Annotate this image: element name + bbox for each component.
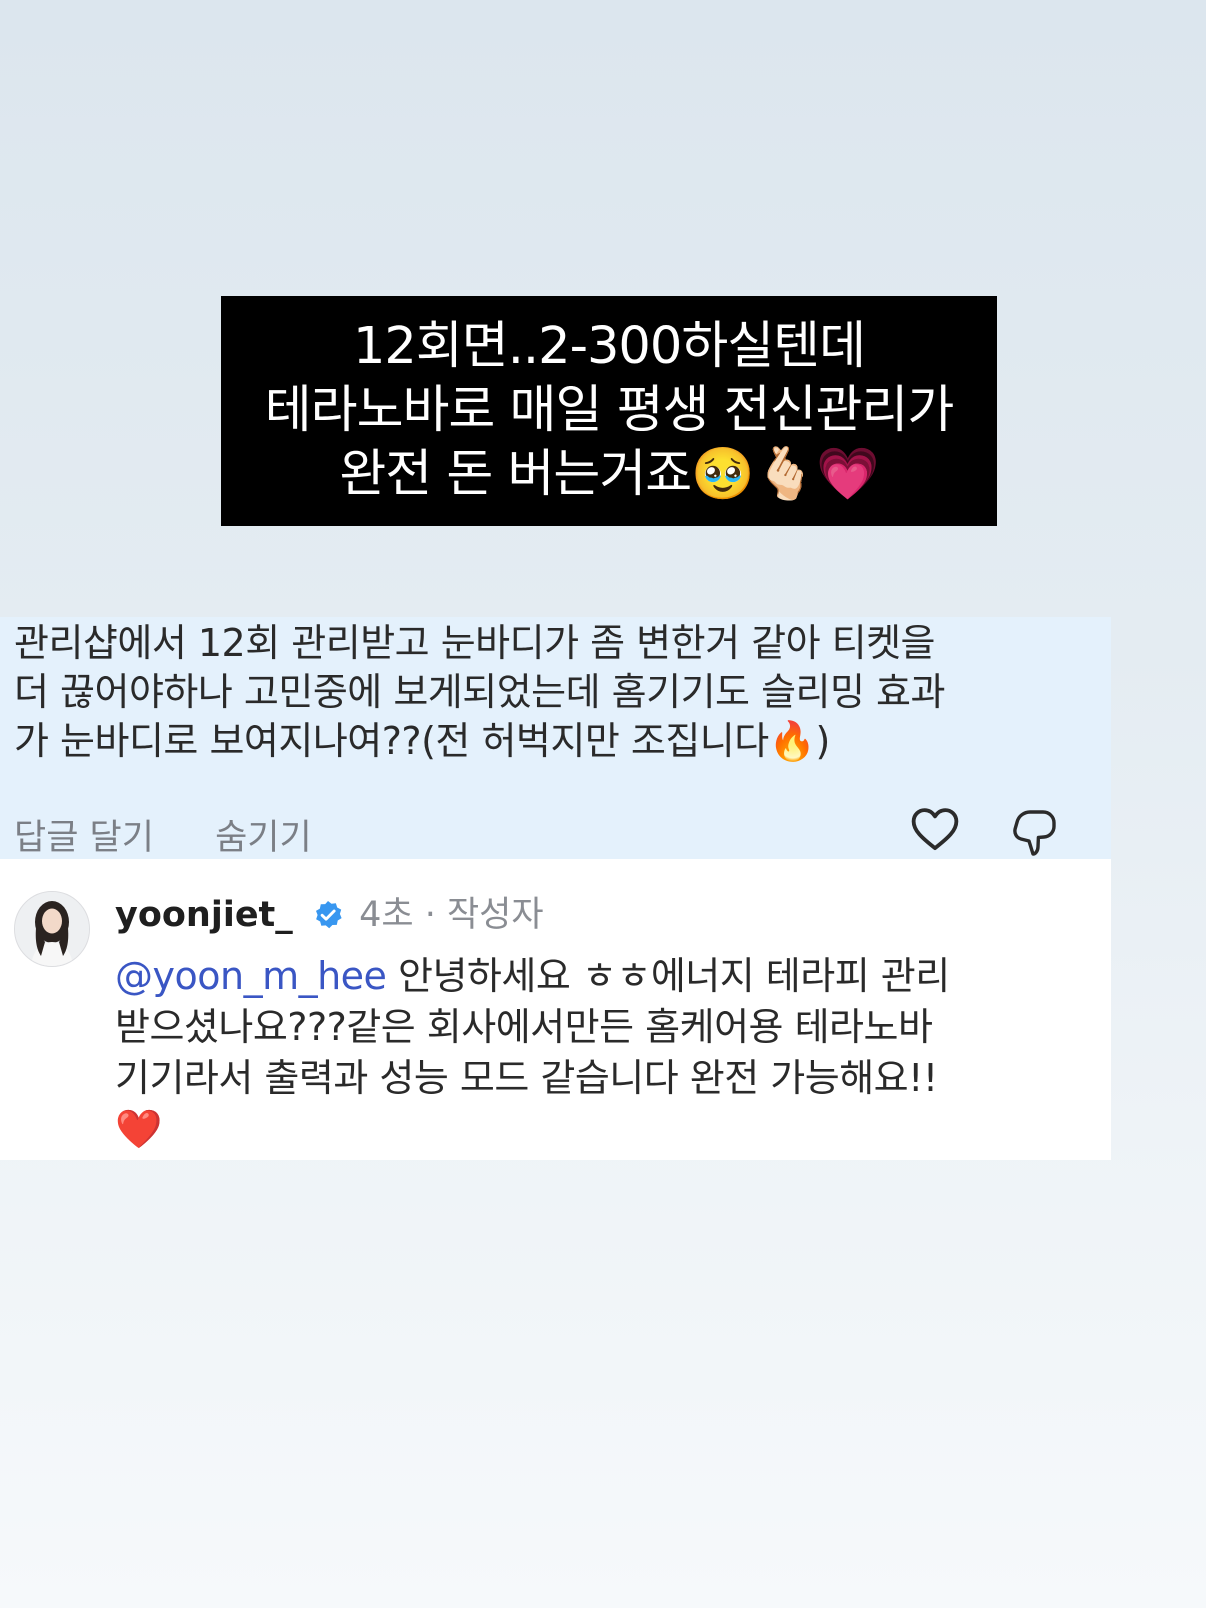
author-badge: 작성자: [446, 895, 544, 935]
reply-username[interactable]: yoonjiet_: [115, 895, 293, 935]
reply-time: 4초: [359, 895, 414, 935]
heart-emoji: ❤️: [115, 1107, 162, 1151]
reply-text: @yoon_m_hee 안녕하세요 ㅎㅎ에너지 테라피 관리 받으셨나요???같…: [115, 951, 1105, 1155]
overlay-line-2: 테라노바로 매일 평생 전신관리가: [264, 381, 955, 440]
story-text-overlay: 12회면..2-300하실텐데 테라노바로 매일 평생 전신관리가 완전 돈 버…: [221, 296, 997, 526]
overlay-line-3: 완전 돈 버는거죠🥹🫰🏻💗: [339, 445, 879, 504]
mention-link[interactable]: @yoon_m_hee: [115, 954, 387, 998]
hide-button[interactable]: 숨기기: [215, 818, 312, 858]
comment-text: 관리샵에서 12회 관리받고 눈바디가 좀 변한거 같아 티켓을 더 끊어야하나…: [14, 619, 1094, 766]
reply-header: yoonjiet_ 4초 · 작성자: [115, 893, 544, 937]
reply-line-3: 기기라서 출력과 성능 모드 같습니다 완전 가능해요!!: [115, 1056, 938, 1100]
reply-button[interactable]: 답글 달기: [14, 818, 154, 858]
avatar-image: [15, 892, 89, 966]
avatar[interactable]: [14, 891, 90, 967]
dislike-icon[interactable]: [1010, 806, 1058, 858]
overlay-line-1: 12회면..2-300하실텐데: [352, 317, 866, 376]
comment-line-2: 더 끊어야하나 고민중에 보게되었는데 홈기기도 슬리밍 효과: [14, 670, 945, 714]
comment-line-1: 관리샵에서 12회 관리받고 눈바디가 좀 변한거 같아 티켓을: [14, 621, 936, 665]
reply-line-1-text: 안녕하세요 ㅎㅎ에너지 테라피 관리: [386, 954, 950, 998]
comment-line-3: 가 눈바디로 보여지나여??(전 허벅지만 조집니다🔥): [14, 719, 830, 763]
reply-line-2: 받으셨나요???같은 회사에서만든 홈케어용 테라노바: [115, 1005, 933, 1049]
heart-icon[interactable]: [908, 802, 962, 856]
comment-actions: 답글 달기 숨기기: [14, 809, 362, 860]
reply-line-1: @yoon_m_hee 안녕하세요 ㅎㅎ에너지 테라피 관리: [115, 951, 1105, 1002]
author-reply: yoonjiet_ 4초 · 작성자 @yoon_m_hee 안녕하세요 ㅎㅎ에…: [0, 859, 1111, 1160]
meta-separator: ·: [424, 895, 436, 935]
verified-icon: [315, 901, 342, 929]
